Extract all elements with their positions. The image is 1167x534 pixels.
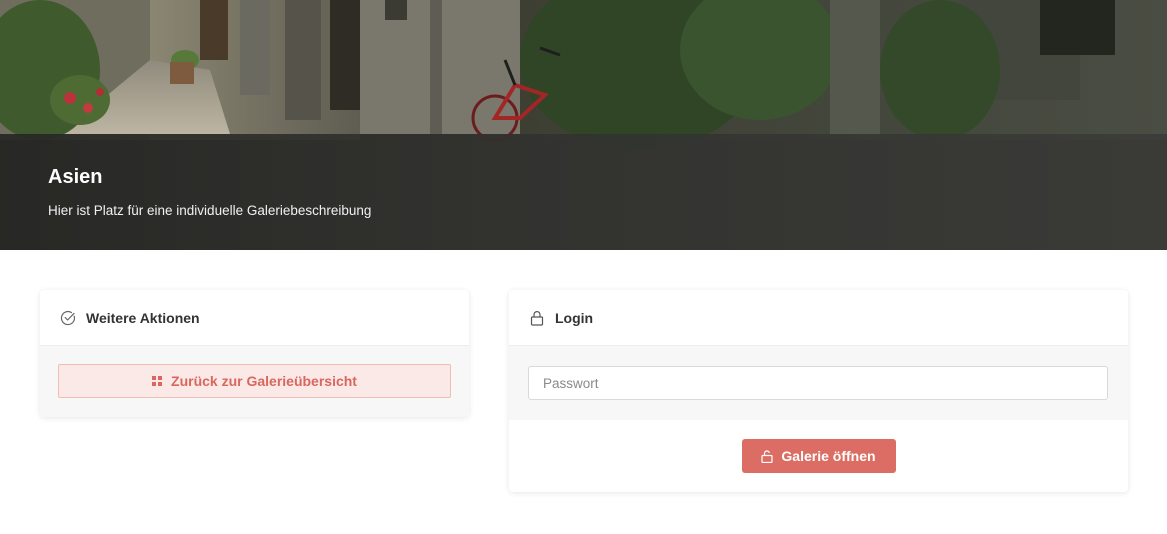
gallery-header: Asien Hier ist Platz für eine individuel… bbox=[0, 0, 1167, 250]
back-to-gallery-overview-button[interactable]: Zurück zur Galerieübersicht bbox=[58, 364, 451, 398]
gallery-description: Hier ist Platz für eine individuelle Gal… bbox=[48, 203, 372, 218]
actions-card-body: Zurück zur Galerieübersicht bbox=[40, 346, 469, 417]
check-circle-icon bbox=[60, 310, 76, 326]
open-gallery-button[interactable]: Galerie öffnen bbox=[741, 439, 896, 473]
lock-icon bbox=[529, 310, 545, 326]
gallery-title: Asien bbox=[48, 166, 103, 188]
back-button-label: Zurück zur Galerieübersicht bbox=[171, 373, 357, 389]
header-overlay bbox=[0, 134, 1167, 250]
actions-card-title: Weitere Aktionen bbox=[86, 309, 200, 326]
login-card-footer: Galerie öffnen bbox=[509, 420, 1128, 492]
login-card-title: Login bbox=[555, 309, 594, 326]
unlock-icon bbox=[761, 449, 774, 463]
actions-card: Weitere Aktionen Zurück zur Galerieübers… bbox=[40, 290, 469, 417]
password-input[interactable] bbox=[528, 366, 1108, 400]
login-card-header: Login bbox=[509, 290, 1128, 346]
login-card-body bbox=[509, 346, 1128, 420]
grid-icon bbox=[152, 376, 163, 386]
actions-card-header: Weitere Aktionen bbox=[40, 290, 469, 346]
open-gallery-label: Galerie öffnen bbox=[781, 448, 876, 464]
login-card: Login Galerie öffnen bbox=[509, 290, 1128, 492]
